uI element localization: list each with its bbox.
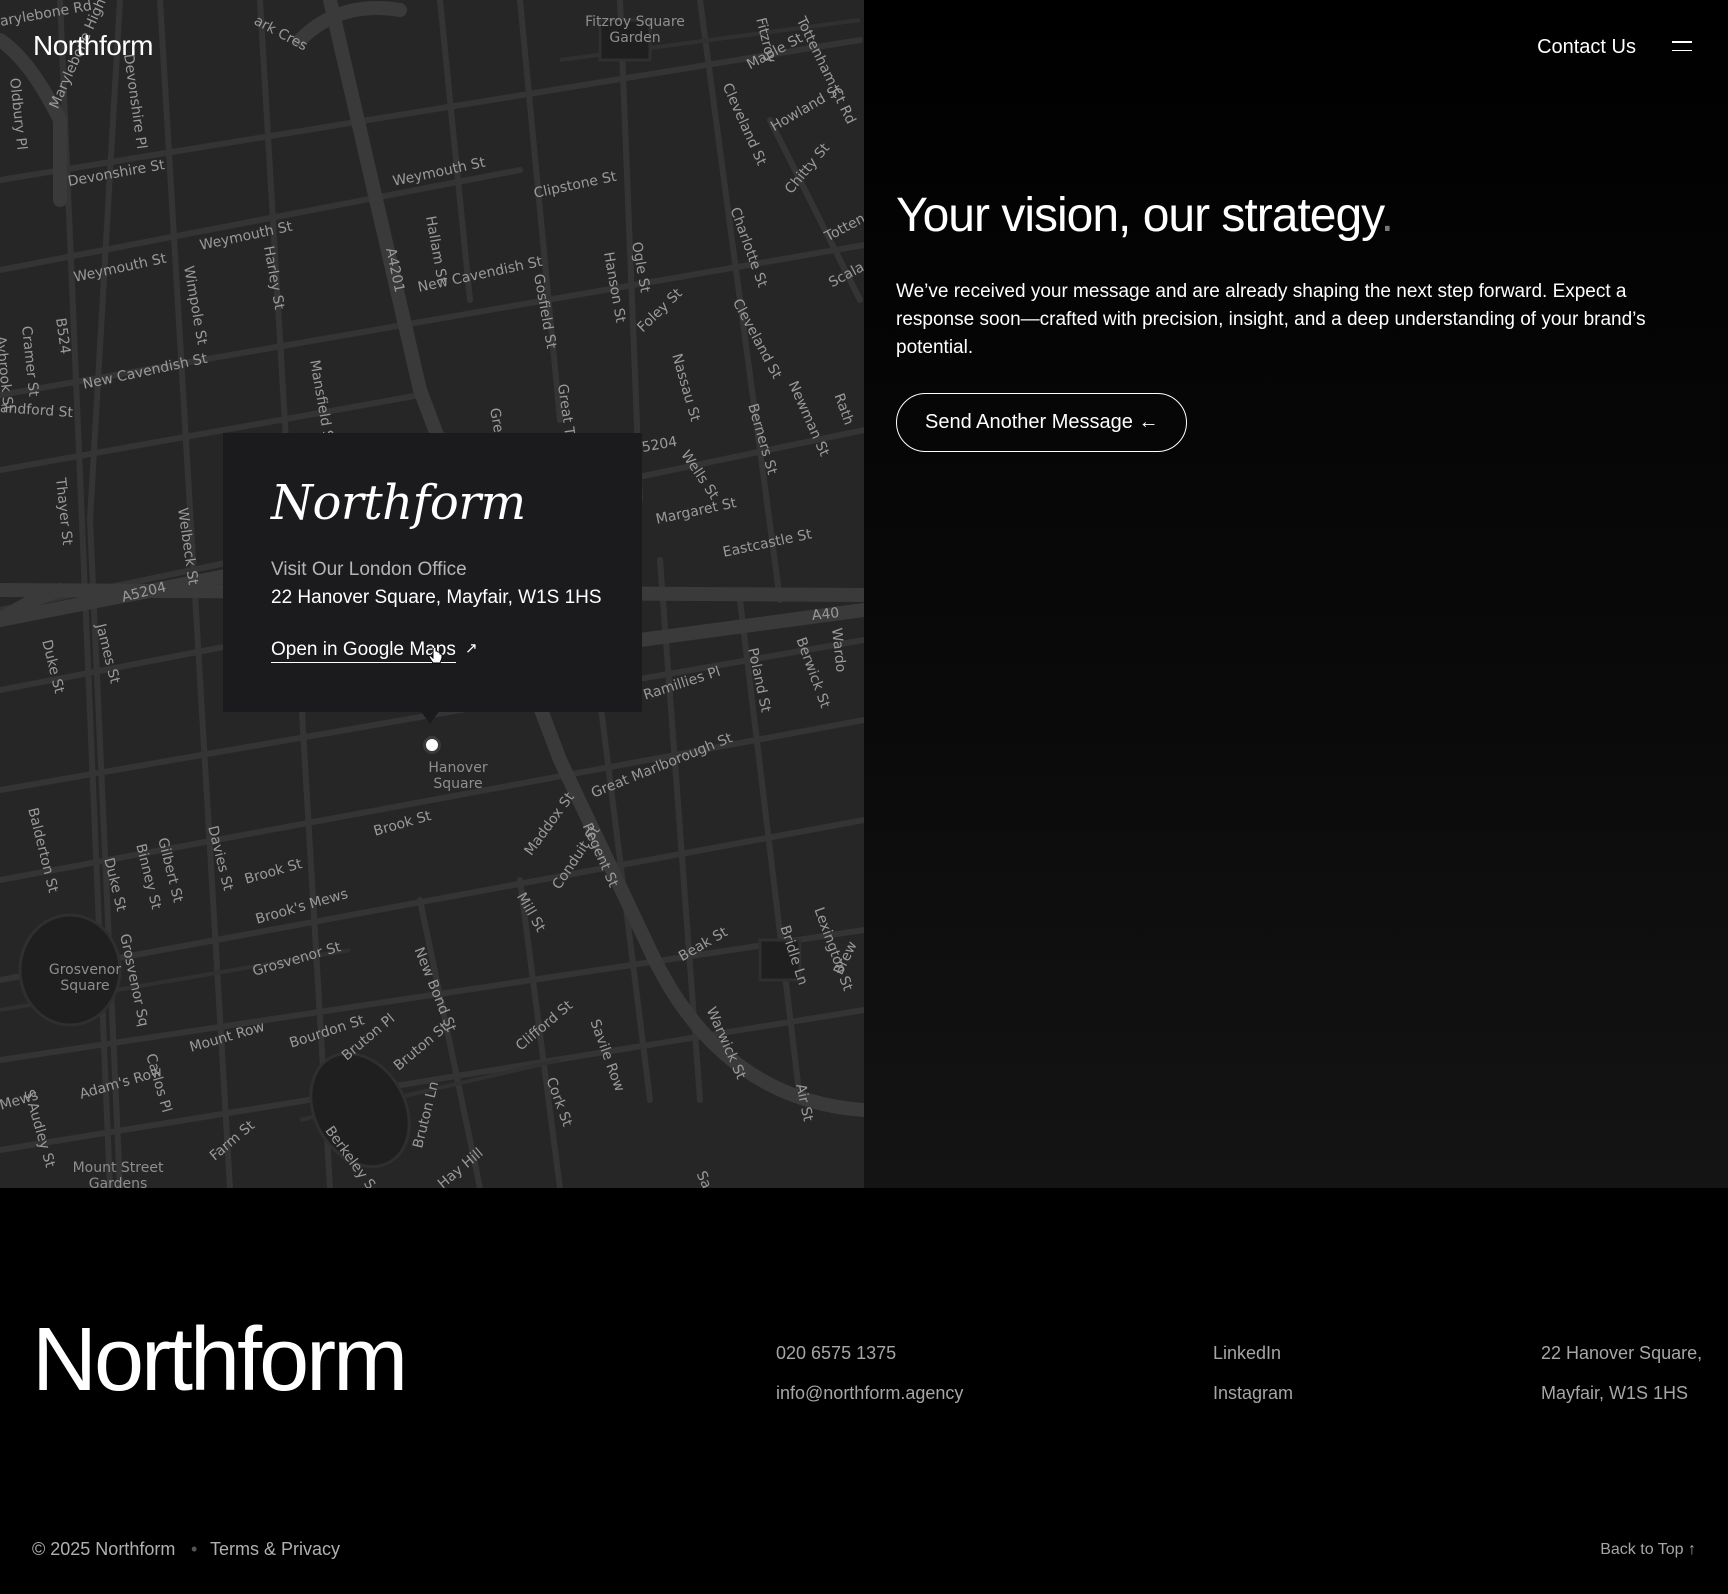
- street-label: A40: [811, 605, 841, 624]
- footer-address-line: 22 Hanover Square,: [1541, 1343, 1703, 1363]
- area-label: Hanover Square: [428, 760, 488, 792]
- card-brand: Northform: [271, 475, 526, 531]
- instagram-link[interactable]: Instagram: [1213, 1373, 1293, 1413]
- area-label: Fitzroy Square Garden: [585, 14, 685, 46]
- footer-separator: •: [191, 1539, 198, 1559]
- brand-logo[interactable]: Northform: [33, 30, 153, 62]
- title-dot: .: [1380, 189, 1394, 242]
- contact-us-link[interactable]: Contact Us: [1537, 36, 1636, 59]
- hamburger-menu-icon[interactable]: [1672, 41, 1692, 53]
- area-label: Mount Street Gardens: [72, 1160, 164, 1188]
- confirmation-panel: Your vision, our strategy. We’ve receive…: [864, 0, 1728, 1188]
- office-card: Northform Visit Our London Office 22 Han…: [223, 433, 642, 712]
- hand-cursor-icon: [428, 648, 443, 664]
- footer-address: 22 Hanover Square, Mayfair, W1S 1HS: [1541, 1333, 1702, 1413]
- footer: Northform 020 6575 1375 info@northform.a…: [0, 1188, 1728, 1594]
- page: arylebone Rd ark Cres Fitzroy Square Gard…: [0, 0, 1728, 1594]
- card-subtitle: Visit Our London Office: [271, 559, 467, 580]
- footer-social: LinkedIn Instagram: [1213, 1333, 1293, 1413]
- back-to-top-link[interactable]: Back to Top ↑: [1600, 1541, 1696, 1559]
- footer-phone-link[interactable]: 020 6575 1375: [776, 1333, 963, 1373]
- area-label: Grosvenor Square: [48, 962, 122, 994]
- footer-email-link[interactable]: info@northform.agency: [776, 1373, 963, 1413]
- footer-logo: Northform: [32, 1310, 408, 1410]
- external-arrow-icon: ↗: [465, 640, 478, 657]
- card-address: 22 Hanover Square, Mayfair, W1S 1HS: [271, 587, 602, 608]
- linkedin-link[interactable]: LinkedIn: [1213, 1333, 1293, 1373]
- terms-privacy-link[interactable]: Terms & Privacy: [210, 1539, 340, 1560]
- send-another-message-button[interactable]: Send Another Message ←: [896, 393, 1188, 452]
- footer-address-line: Mayfair, W1S 1HS: [1541, 1383, 1689, 1403]
- confirmation-message: We’ve received your message and are alre…: [896, 281, 1646, 358]
- page-title: Your vision, our strategy.: [896, 189, 1394, 242]
- location-pin-icon[interactable]: [423, 736, 441, 754]
- footer-contact: 020 6575 1375 info@northform.agency: [776, 1333, 963, 1413]
- card-pointer: [420, 710, 440, 724]
- copyright: © 2025 Northform: [32, 1539, 176, 1559]
